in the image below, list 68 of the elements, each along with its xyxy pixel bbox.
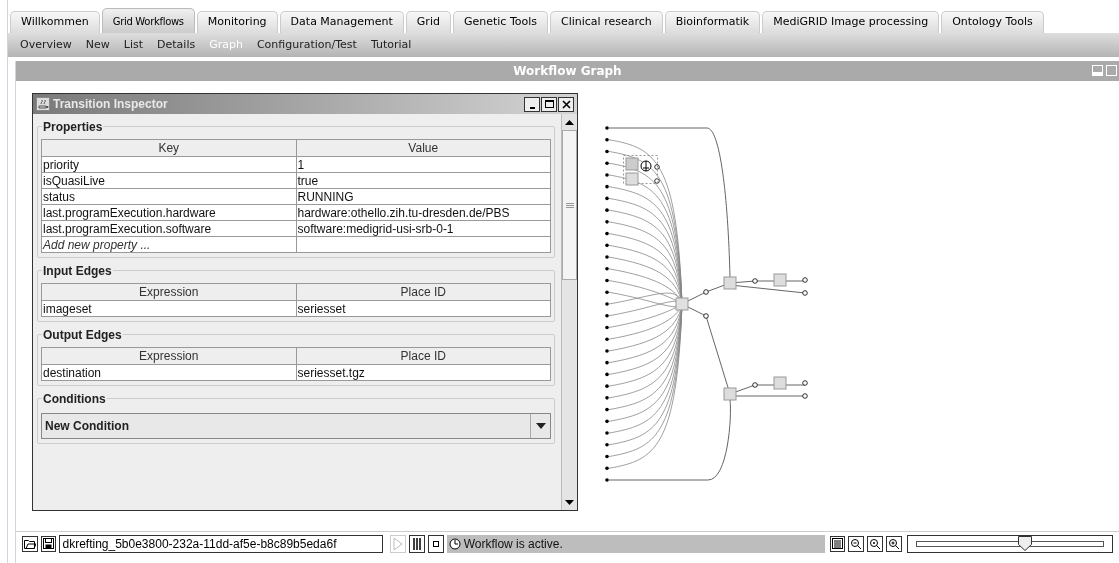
subtab[interactable]: Details [157,36,196,54]
status-text: Workflow is active. [463,535,563,553]
table-cell: status [41,188,296,205]
subtab[interactable]: Tutorial [370,36,412,54]
table-cell: last.programExecution.hardware [41,204,296,221]
tab[interactable]: Genetic Tools [452,11,548,33]
table-cell: seriesset [296,300,551,317]
table-cell: priority [41,156,296,173]
transition-node[interactable] [773,376,787,390]
table-cell: 1 [296,156,551,173]
add-property-cell[interactable]: Add new property ... [41,236,296,253]
panel-title: Workflow Graph [513,63,622,80]
zoom-reset-icon[interactable] [867,535,883,552]
pause-icon [411,536,424,551]
table-cell: true [296,172,551,189]
transition-node[interactable] [675,297,689,311]
column-header[interactable]: Place ID [296,347,551,365]
zoom-in-icon[interactable] [885,535,902,552]
folder-icon[interactable] [22,535,38,552]
tab[interactable]: Data Management [279,11,404,33]
tab[interactable]: Ontology Tools [941,11,1044,33]
column-header[interactable]: Key [41,139,296,157]
condition-dropdown[interactable]: New Condition [41,413,551,439]
table-cell: RUNNING [296,188,551,205]
column-header[interactable]: Expression [41,283,296,301]
transition-node[interactable] [723,276,737,290]
subtab[interactable]: List [123,36,144,54]
table-cell: imageset [41,300,296,317]
zoom-slider[interactable] [906,534,1113,553]
close-icon[interactable] [558,96,574,112]
workflow-id-field[interactable]: dkrefting_5b0e3800-232a-11dd-af5e-b8c89b5eda6f [59,534,384,553]
tab[interactable]: MediGRID Image processing [762,11,940,33]
table-cell: software:medigrid-usi-srb-0-1 [296,220,551,237]
table-cell: hardware:othello.zih.tu-dresden.de/PBS [296,204,551,221]
maximize-icon[interactable] [541,96,557,112]
tab[interactable]: Monitoring [196,11,278,33]
subtab[interactable]: New [85,36,110,54]
pause-button[interactable] [409,534,425,553]
table-cell: isQuasiLive [41,172,296,189]
tab[interactable]: Clinical research [550,11,663,33]
transition-node[interactable] [773,273,787,287]
subtab[interactable]: Overview [20,36,72,54]
minimize-icon[interactable] [524,96,540,112]
transition-node[interactable] [625,172,639,186]
scroll-thumb[interactable] [562,130,577,280]
column-header[interactable]: Value [296,139,551,157]
window-title: Transition Inspector [53,96,169,113]
tab[interactable]: Grid Workflows [101,8,195,33]
clock-icon [448,537,461,550]
tab[interactable]: Willkommen [10,11,100,33]
zoom-out-icon[interactable] [848,535,865,552]
column-header[interactable]: Place ID [296,283,551,301]
scrollbar[interactable] [561,114,577,510]
subtab[interactable]: Configuration/Test [256,36,357,54]
transition-node[interactable] [723,387,737,401]
save-icon[interactable] [40,535,57,552]
transition-node[interactable] [625,157,639,171]
tab[interactable]: Grid [405,11,451,33]
play-icon [392,536,405,551]
stop-button[interactable] [427,534,444,553]
table-cell: last.programExecution.software [41,220,296,237]
clock-icon [640,160,652,172]
selection-box [623,155,658,184]
table-cell: destination [41,364,296,381]
table-cell: seriesset.tgz [296,364,551,381]
column-header[interactable]: Expression [41,347,296,365]
tab[interactable]: Bioinformatik [664,11,761,33]
slider-thumb[interactable] [1017,535,1032,551]
